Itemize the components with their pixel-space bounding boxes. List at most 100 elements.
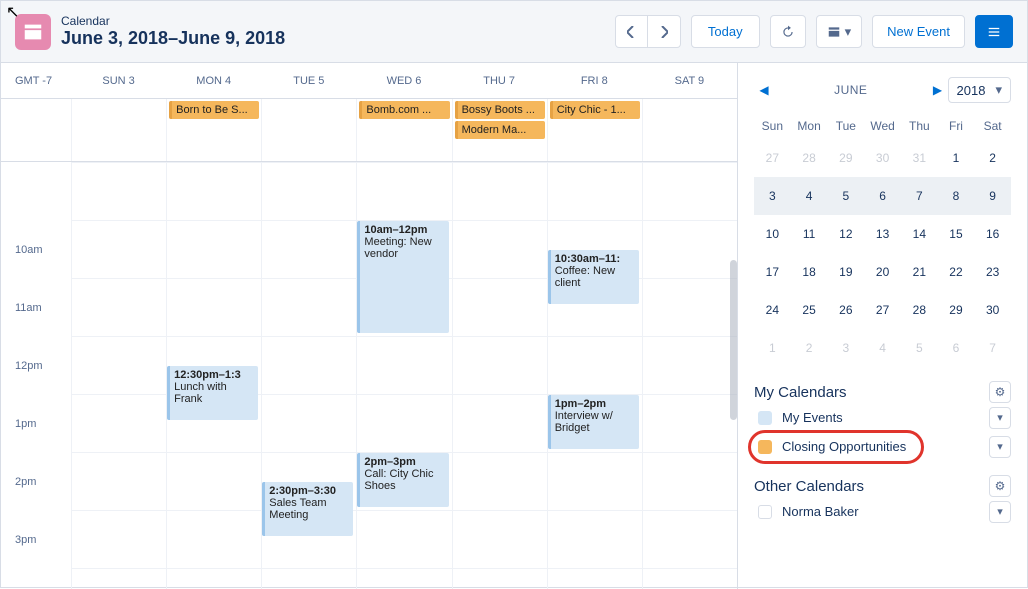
time-cell[interactable]	[261, 162, 356, 220]
time-cell[interactable]	[261, 278, 356, 336]
mini-day[interactable]: 4	[864, 329, 901, 367]
time-cell[interactable]	[452, 336, 547, 394]
time-cell[interactable]	[642, 568, 737, 589]
time-cell[interactable]	[642, 510, 737, 568]
mini-next-month[interactable]: ▶	[928, 83, 948, 97]
time-cell[interactable]	[547, 452, 642, 510]
mini-day[interactable]: 30	[864, 139, 901, 177]
time-cell[interactable]	[71, 336, 166, 394]
time-cell[interactable]	[71, 162, 166, 220]
mini-day[interactable]: 5	[901, 329, 938, 367]
mini-day[interactable]: 14	[901, 215, 938, 253]
time-cell[interactable]	[356, 568, 451, 589]
mini-day[interactable]: 18	[791, 253, 828, 291]
time-cell[interactable]	[642, 394, 737, 452]
time-cell[interactable]	[261, 568, 356, 589]
time-cell[interactable]	[71, 220, 166, 278]
prev-week-button[interactable]	[615, 15, 648, 48]
calendar-item-menu[interactable]: ▾	[989, 436, 1011, 458]
time-cell[interactable]	[166, 278, 261, 336]
mini-day[interactable]: 1	[754, 329, 791, 367]
mini-prev-month[interactable]: ◀	[754, 83, 774, 97]
mini-day[interactable]: 30	[974, 291, 1011, 329]
mini-day[interactable]: 22	[938, 253, 975, 291]
event-block[interactable]: 1pm–2pmInterview w/ Bridget	[548, 395, 639, 449]
refresh-button[interactable]	[770, 15, 806, 48]
calendar-item-menu[interactable]: ▾	[989, 501, 1011, 523]
time-cell[interactable]	[547, 568, 642, 589]
calendar-item-closing-opportunities[interactable]: Closing Opportunities ▾	[754, 432, 1011, 461]
mini-day[interactable]: 5	[827, 177, 864, 215]
day-header-sat[interactable]: SAT 9	[642, 63, 737, 98]
today-button[interactable]: Today	[691, 15, 760, 48]
time-cell[interactable]	[261, 394, 356, 452]
time-cell[interactable]	[166, 568, 261, 589]
day-header-tue[interactable]: TUE 5	[261, 63, 356, 98]
allday-mon[interactable]: Born to Be S...	[166, 99, 261, 161]
mini-day[interactable]: 31	[901, 139, 938, 177]
next-week-button[interactable]	[648, 15, 681, 48]
time-cell[interactable]	[166, 220, 261, 278]
time-cell[interactable]	[642, 162, 737, 220]
time-cell[interactable]	[71, 510, 166, 568]
mini-day[interactable]: 17	[754, 253, 791, 291]
allday-fri[interactable]: City Chic - 1...	[547, 99, 642, 161]
calendar-view-button[interactable]: ▾	[816, 15, 863, 48]
time-cell[interactable]	[452, 452, 547, 510]
time-cell[interactable]	[642, 336, 737, 394]
mini-day[interactable]: 2	[791, 329, 828, 367]
mini-day[interactable]: 20	[864, 253, 901, 291]
calendar-item-my-events[interactable]: My Events ▾	[754, 403, 1011, 432]
time-cell[interactable]	[356, 336, 451, 394]
allday-thu[interactable]: Bossy Boots ... Modern Ma...	[452, 99, 547, 161]
mini-day[interactable]: 25	[791, 291, 828, 329]
day-header-sun[interactable]: SUN 3	[71, 63, 166, 98]
time-cell[interactable]	[166, 452, 261, 510]
event-block[interactable]: 2pm–3pmCall: City Chic Shoes	[357, 453, 448, 507]
mini-day[interactable]: 9	[974, 177, 1011, 215]
time-cell[interactable]	[642, 220, 737, 278]
mini-day[interactable]: 7	[974, 329, 1011, 367]
allday-event[interactable]: Bossy Boots ...	[455, 101, 545, 119]
mini-day[interactable]: 28	[791, 139, 828, 177]
time-cell[interactable]	[166, 510, 261, 568]
event-block[interactable]: 10:30am–11:Coffee: New client	[548, 250, 639, 304]
mini-day[interactable]: 29	[938, 291, 975, 329]
mini-day[interactable]: 3	[754, 177, 791, 215]
year-selector[interactable]: 2018 ▾	[948, 77, 1011, 103]
mini-day[interactable]: 29	[827, 139, 864, 177]
mini-day[interactable]: 6	[938, 329, 975, 367]
mini-day[interactable]: 23	[974, 253, 1011, 291]
mini-day[interactable]: 7	[901, 177, 938, 215]
time-cell[interactable]	[642, 452, 737, 510]
time-cell[interactable]	[547, 510, 642, 568]
time-cell[interactable]	[71, 452, 166, 510]
allday-tue[interactable]	[261, 99, 356, 161]
time-cell[interactable]	[547, 162, 642, 220]
mini-day[interactable]: 2	[974, 139, 1011, 177]
mini-day[interactable]: 11	[791, 215, 828, 253]
scrollbar-thumb[interactable]	[730, 260, 737, 420]
mini-day[interactable]: 8	[938, 177, 975, 215]
day-header-fri[interactable]: FRI 8	[547, 63, 642, 98]
time-cell[interactable]	[261, 220, 356, 278]
time-cell[interactable]	[356, 394, 451, 452]
mini-day[interactable]: 10	[754, 215, 791, 253]
mini-day[interactable]: 26	[827, 291, 864, 329]
allday-wed[interactable]: Bomb.com ...	[356, 99, 451, 161]
time-cell[interactable]	[452, 394, 547, 452]
allday-event[interactable]: Born to Be S...	[169, 101, 259, 119]
mini-day[interactable]: 3	[827, 329, 864, 367]
mini-day[interactable]: 6	[864, 177, 901, 215]
time-cell[interactable]	[71, 568, 166, 589]
day-header-thu[interactable]: THU 7	[452, 63, 547, 98]
event-block[interactable]: 10am–12pmMeeting: New vendor	[357, 221, 448, 333]
allday-event[interactable]: Bomb.com ...	[359, 101, 449, 119]
mini-day[interactable]: 12	[827, 215, 864, 253]
time-cell[interactable]	[71, 394, 166, 452]
new-event-button[interactable]: New Event	[872, 15, 965, 48]
event-block[interactable]: 12:30pm–1:3Lunch with Frank	[167, 366, 258, 420]
mini-day[interactable]: 13	[864, 215, 901, 253]
calendar-item-menu[interactable]: ▾	[989, 407, 1011, 429]
time-cell[interactable]	[452, 278, 547, 336]
